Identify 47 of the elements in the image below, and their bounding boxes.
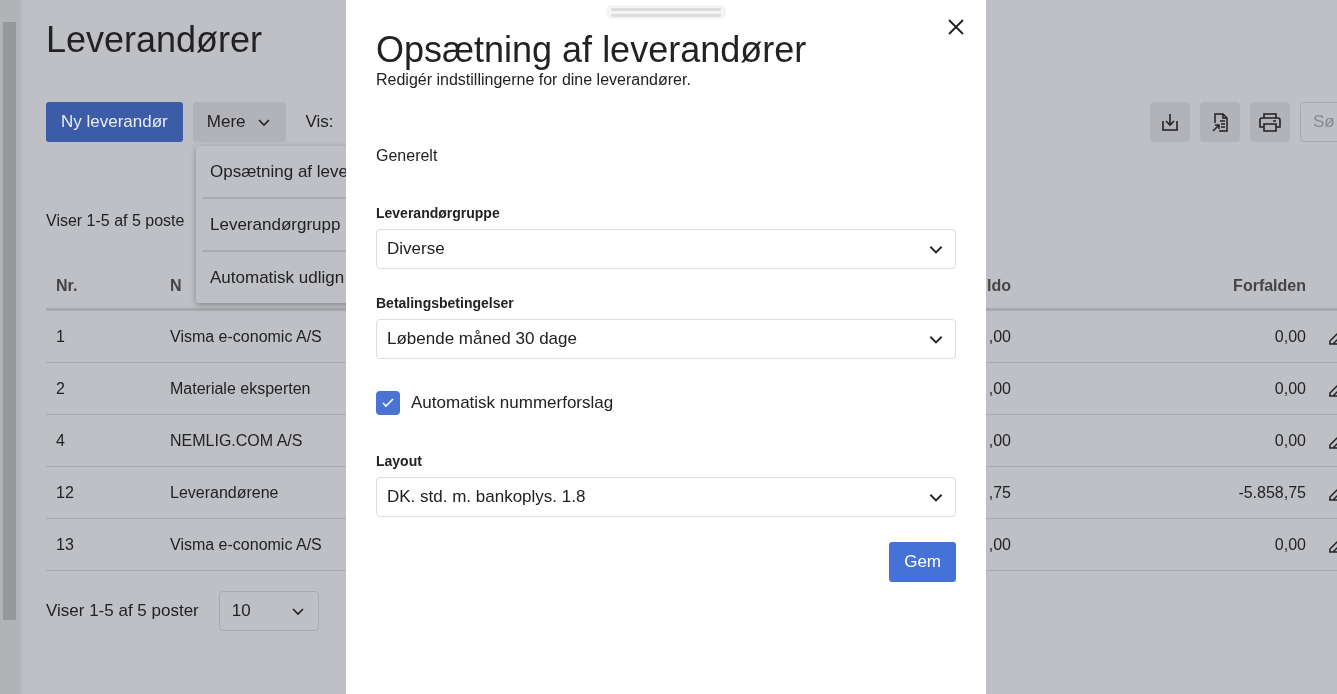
table-cell-text: ,00 [987,535,1011,554]
dialog-subtitle: Redigér indstillingerne for dine leverandører. [376,70,692,90]
dialog-title: Opsætning af leverandører [376,30,807,70]
table-cell-text: Visma e-conomic A/S [170,535,323,554]
column-header[interactable]: Nr. [46,276,170,295]
table-cell-text: -5.858,75 [1237,483,1306,502]
file-export-icon[interactable] [1200,102,1240,142]
table-cell-text: 2 [55,379,66,398]
table-cell-text: 13 [55,535,75,554]
download-icon[interactable] [1150,102,1190,142]
table-cell-text: NEMLIG.COM A/S [170,431,304,450]
table-cell-text: 0,00 [1273,431,1306,450]
record-count: Viser 1-5 af 5 poste [46,212,185,231]
table-cell-text: 0,00 [1273,535,1306,554]
table-cell-text: ,00 [987,431,1011,450]
table-cell-text: ,75 [987,483,1011,502]
table-cell-text: Materiale eksperten [170,379,312,398]
page-size-select[interactable]: 10 [218,591,319,631]
table-cell-text: 0,00 [1273,379,1306,398]
field-label: Layout [376,452,423,470]
drag-handle[interactable] [606,5,726,19]
view-label: Vis: [305,112,334,132]
more-button[interactable]: Mere [192,102,286,142]
table-cell-text: 12 [55,483,75,502]
save-button[interactable]: Gem [889,542,956,582]
checkbox[interactable] [376,391,400,415]
section-heading: Generelt [376,146,439,166]
table-cell-text: 1 [55,327,66,346]
table-cell-text: ,00 [987,379,1011,398]
select-field[interactable]: DK. std. m. bankoplys. 1.8 [376,477,956,517]
table-cell-text: 0,00 [1273,327,1306,346]
record-count: Viser 1-5 af 5 poster [46,601,199,621]
table-cell-text: 4 [55,431,66,450]
select-field[interactable]: Diverse [376,229,956,269]
select-field[interactable]: Løbende måned 30 dage [376,319,956,359]
close-icon[interactable] [948,19,964,35]
page-title: Leverandører [46,18,263,62]
new-supplier-button[interactable]: Ny leverandør [46,102,183,142]
print-icon[interactable] [1250,102,1290,142]
column-header[interactable]: Forfalden [1011,276,1306,295]
checkmark-icon [381,396,395,410]
table-cell-text: ,00 [987,327,1011,346]
scrollbar[interactable] [0,0,22,694]
column-header[interactable]: ldo [986,276,1011,295]
checkbox-label: Automatisk nummerforslag [411,393,614,413]
table-cell-text: Visma e-conomic A/S [170,327,323,346]
table-cell-text: Leverandørene [170,483,280,502]
